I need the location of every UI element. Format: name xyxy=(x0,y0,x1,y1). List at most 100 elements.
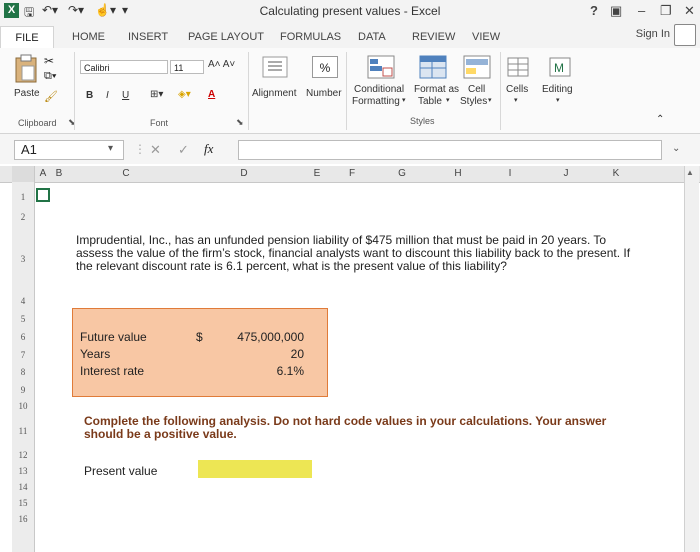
cut-icon[interactable]: ✂ xyxy=(44,54,54,68)
format-as-label[interactable]: Format as xyxy=(414,84,459,95)
tab-page-layout[interactable]: PAGE LAYOUT xyxy=(188,31,264,43)
row-header-8[interactable]: 8 xyxy=(12,367,34,377)
interest-rate-cell[interactable]: 6.1% xyxy=(210,364,304,378)
insert-function-icon[interactable]: fx xyxy=(204,141,213,157)
formatting-dropdown-icon[interactable]: ▾ xyxy=(402,96,406,104)
row-header-11[interactable]: 11 xyxy=(12,426,34,436)
close-button[interactable]: ✕ xyxy=(684,3,695,19)
alignment-button[interactable]: Alignment xyxy=(252,88,296,99)
editing-button[interactable]: Editing xyxy=(542,84,573,95)
number-button[interactable]: Number xyxy=(306,88,342,99)
vertical-scrollbar[interactable] xyxy=(684,166,699,552)
avatar[interactable] xyxy=(674,24,696,46)
font-size-combo[interactable]: 11 xyxy=(170,60,204,74)
scroll-up-icon[interactable]: ▲ xyxy=(686,168,694,177)
tab-view[interactable]: VIEW xyxy=(472,31,500,43)
row-header-9[interactable]: 9 xyxy=(12,385,34,395)
future-value-label: Future value xyxy=(80,330,147,344)
column-header-i[interactable]: I xyxy=(484,168,536,179)
alignment-icon[interactable] xyxy=(262,56,288,78)
future-value-cell[interactable]: 475,000,000 xyxy=(210,330,304,344)
row-header-12[interactable]: 12 xyxy=(12,450,34,460)
column-header-j[interactable]: J xyxy=(536,168,596,179)
table-label[interactable]: Table xyxy=(418,96,442,107)
tab-data[interactable]: DATA xyxy=(358,31,386,43)
column-header-g[interactable]: G xyxy=(372,168,432,179)
sign-in-link[interactable]: Sign In xyxy=(636,28,670,40)
tab-home[interactable]: HOME xyxy=(72,31,105,43)
underline-button[interactable]: U xyxy=(122,90,129,101)
formatting-label[interactable]: Formatting xyxy=(352,96,400,107)
bold-button[interactable]: B xyxy=(86,90,93,101)
column-header-a[interactable]: A xyxy=(34,168,52,179)
format-as-table-icon[interactable] xyxy=(418,54,448,80)
row-header-10[interactable]: 10 xyxy=(12,401,34,411)
row-header-5[interactable]: 5 xyxy=(12,314,34,324)
cells-icon[interactable] xyxy=(506,56,530,78)
column-header-d[interactable]: D xyxy=(186,168,302,179)
group-separator xyxy=(500,52,501,130)
restore-button[interactable]: ❐ xyxy=(660,3,672,19)
row-header-13[interactable]: 13 xyxy=(12,466,34,476)
row-header-4[interactable]: 4 xyxy=(12,296,34,306)
row-header-15[interactable]: 15 xyxy=(12,498,34,508)
borders-icon[interactable]: ⊞▾ xyxy=(150,89,163,100)
fill-color-icon[interactable]: ◈▾ xyxy=(178,89,191,100)
cells-dropdown-icon[interactable]: ▾ xyxy=(514,96,518,104)
ribbon-display-button[interactable]: ▣ xyxy=(610,3,622,19)
editing-icon[interactable]: M xyxy=(548,56,572,78)
column-header-k[interactable]: K xyxy=(596,168,636,179)
row-header-1[interactable]: 1 xyxy=(12,192,34,202)
name-box-dropdown-icon[interactable]: ▾ xyxy=(108,143,113,154)
row-header-7[interactable]: 7 xyxy=(12,350,34,360)
font-color-button[interactable]: A xyxy=(208,89,215,100)
row-header-16[interactable]: 16 xyxy=(12,514,34,524)
row-header-2[interactable]: 2 xyxy=(12,212,34,222)
styles-button-label[interactable]: Styles xyxy=(460,96,487,107)
cancel-icon[interactable]: ✕ xyxy=(150,142,161,158)
selected-cell-a1[interactable] xyxy=(36,188,50,202)
tab-formulas[interactable]: FORMULAS xyxy=(280,31,341,43)
column-header-f[interactable]: F xyxy=(332,168,372,179)
column-header-h[interactable]: H xyxy=(432,168,484,179)
number-format-icon[interactable]: % xyxy=(312,56,338,78)
column-header-e[interactable]: E xyxy=(302,168,332,179)
conditional-formatting-label[interactable]: Conditional xyxy=(354,84,404,95)
minimize-button[interactable]: – xyxy=(638,3,645,18)
font-launcher-icon[interactable]: ⬊ xyxy=(236,117,244,128)
editing-dropdown-icon[interactable]: ▾ xyxy=(556,96,560,104)
tab-file[interactable]: FILE xyxy=(0,26,54,49)
column-header-c[interactable]: C xyxy=(66,168,186,179)
row-header-3[interactable]: 3 xyxy=(12,254,34,264)
row-header-6[interactable]: 6 xyxy=(12,332,34,342)
expand-formula-bar-icon[interactable]: ⌄ xyxy=(672,143,680,154)
select-all-corner[interactable] xyxy=(12,166,35,182)
styles-dropdown-icon[interactable]: ▾ xyxy=(488,96,492,104)
question-text: Imprudential, Inc., has an unfunded pens… xyxy=(76,233,631,273)
font-name-combo[interactable]: Calibri xyxy=(80,60,168,74)
ribbon-tabs: FILE HOME INSERT PAGE LAYOUT FORMULAS DA… xyxy=(0,22,700,49)
grow-shrink-font-button[interactable]: A˄ A˅ xyxy=(208,59,235,70)
tab-insert[interactable]: INSERT xyxy=(128,31,168,43)
cells-button[interactable]: Cells xyxy=(506,84,528,95)
collapse-ribbon-icon[interactable]: ⌃ xyxy=(656,114,664,125)
paste-icon[interactable] xyxy=(12,54,40,84)
enter-icon[interactable]: ✓ xyxy=(178,142,189,158)
format-painter-icon[interactable]: 🖌 xyxy=(44,90,58,103)
cell-styles-icon[interactable] xyxy=(462,54,492,80)
column-header-b[interactable]: B xyxy=(52,168,66,179)
row-header-14[interactable]: 14 xyxy=(12,482,34,492)
copy-icon[interactable]: ⧉▾ xyxy=(44,70,56,83)
italic-button[interactable]: I xyxy=(106,90,109,101)
present-value-cell[interactable] xyxy=(198,460,312,478)
cell-label[interactable]: Cell xyxy=(468,84,485,95)
years-cell[interactable]: 20 xyxy=(210,347,304,361)
table-dropdown-icon[interactable]: ▾ xyxy=(446,96,450,104)
tab-review[interactable]: REVIEW xyxy=(412,31,455,43)
paste-button[interactable]: Paste xyxy=(14,88,40,99)
conditional-formatting-icon[interactable] xyxy=(366,54,396,80)
svg-text:M: M xyxy=(554,61,564,75)
group-separator xyxy=(248,52,249,130)
formula-input[interactable] xyxy=(238,140,662,160)
help-button[interactable]: ? xyxy=(590,3,598,18)
